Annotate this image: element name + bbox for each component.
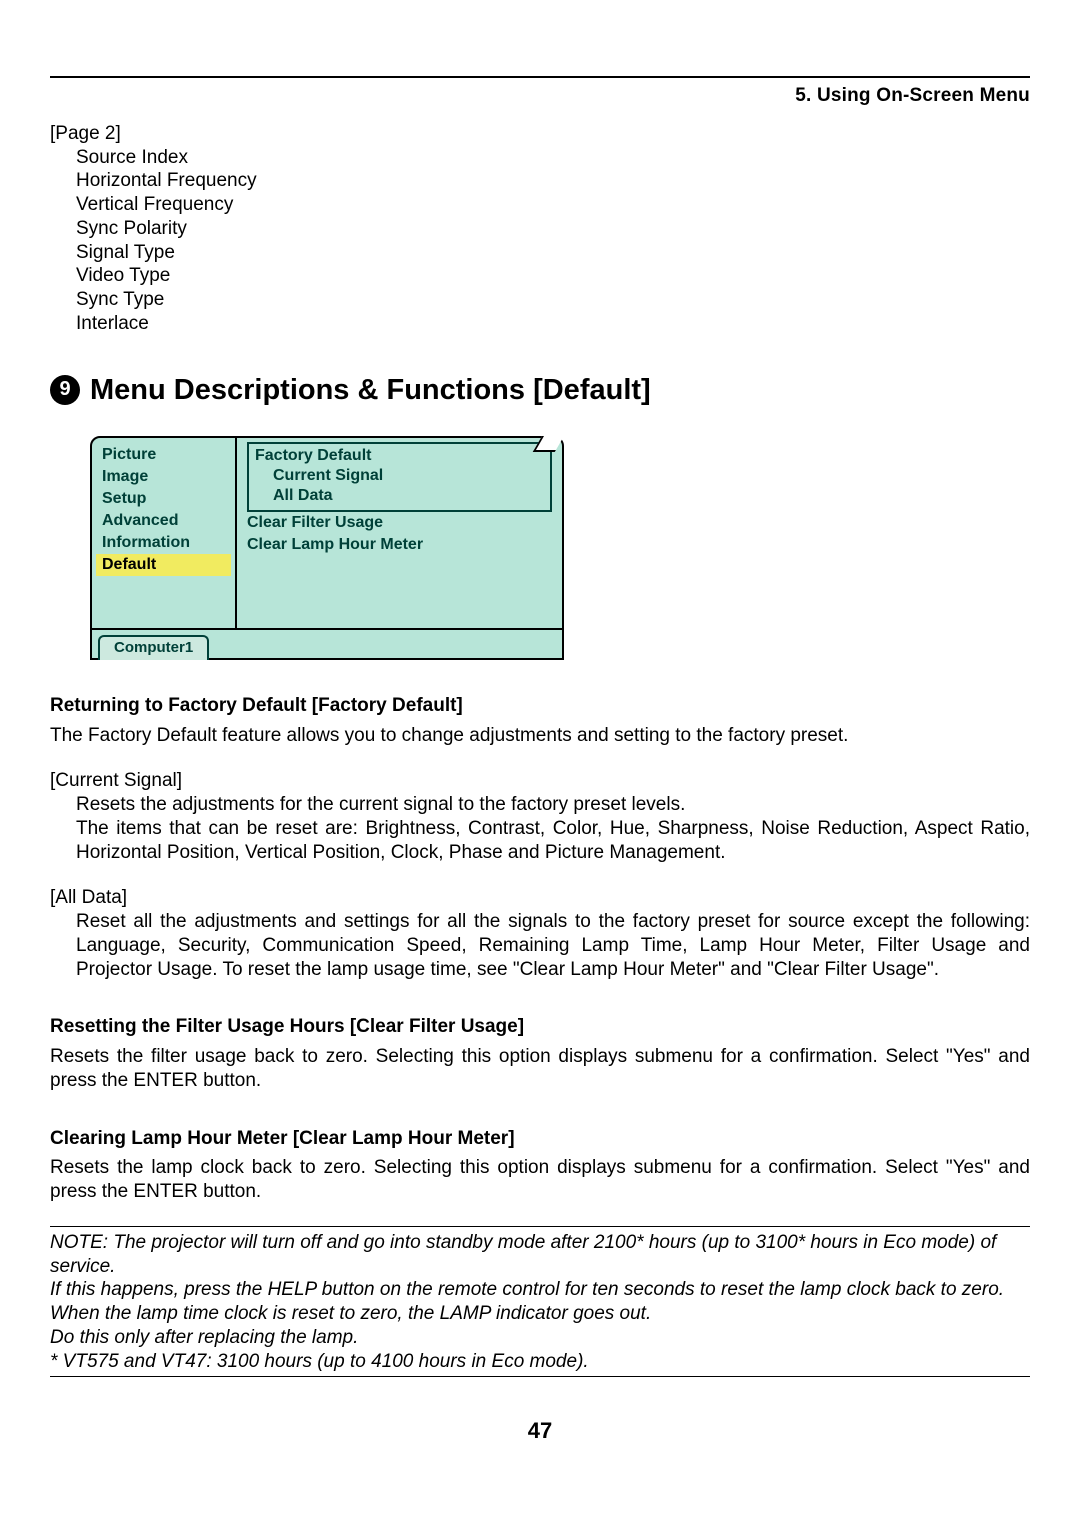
manual-page: 5. Using On-Screen Menu [Page 2] Source … [0, 0, 1080, 1526]
osd-nav: Picture Image Setup Advanced Information… [92, 438, 237, 628]
term-current-signal: [Current Signal] [50, 769, 1030, 793]
page2-list: [Page 2] Source Index Horizontal Frequen… [50, 122, 1030, 336]
heading-clear-lamp: Clearing Lamp Hour Meter [Clear Lamp Hou… [50, 1127, 1030, 1151]
note-line: When the lamp time clock is reset to zer… [50, 1302, 1030, 1326]
list-item: Source Index [76, 146, 1030, 170]
factory-default-head[interactable]: Factory Default [255, 446, 544, 466]
page-number: 47 [0, 1417, 1080, 1445]
note-line: If this happens, press the HELP button o… [50, 1278, 1030, 1302]
list-item: Interlace [76, 312, 1030, 336]
term-all-data: [All Data] [50, 886, 1030, 910]
section-title-text: Menu Descriptions & Functions [Default] [90, 372, 651, 408]
clear-lamp-hour-item[interactable]: Clear Lamp Hour Meter [247, 534, 552, 556]
list-item: Video Type [76, 264, 1030, 288]
chapter-heading: 5. Using On-Screen Menu [50, 84, 1030, 108]
all-data-item[interactable]: All Data [273, 486, 544, 506]
list-item: Sync Type [76, 288, 1030, 312]
osd-tabbar: Computer1 [92, 628, 562, 658]
nav-setup[interactable]: Setup [96, 488, 231, 510]
osd-menu: Picture Image Setup Advanced Information… [90, 436, 564, 660]
factory-default-group: Factory Default Current Signal All Data [247, 442, 552, 512]
note-line: * VT575 and VT47: 3100 hours (up to 4100… [50, 1350, 1030, 1374]
definition-text: The items that can be reset are: Brightn… [76, 817, 1030, 865]
list-item: Signal Type [76, 241, 1030, 265]
clear-filter-usage-item[interactable]: Clear Filter Usage [247, 512, 552, 534]
list-item: Sync Polarity [76, 217, 1030, 241]
definition-text: Reset all the adjustments and settings f… [76, 910, 1030, 981]
nav-image[interactable]: Image [96, 466, 231, 488]
section-title: 9 Menu Descriptions & Functions [Default… [50, 372, 1030, 408]
nav-picture[interactable]: Picture [96, 444, 231, 466]
current-signal-item[interactable]: Current Signal [273, 466, 544, 486]
source-tab[interactable]: Computer1 [98, 635, 209, 660]
osd-panel: Factory Default Current Signal All Data … [237, 438, 562, 628]
page2-header: [Page 2] [50, 122, 1030, 146]
section-number-icon: 9 [50, 375, 80, 405]
paragraph: Resets the filter usage back to zero. Se… [50, 1045, 1030, 1093]
list-item: Vertical Frequency [76, 193, 1030, 217]
note-line: Do this only after replacing the lamp. [50, 1326, 1030, 1350]
note-line: NOTE: The projector will turn off and go… [50, 1231, 1030, 1279]
nav-advanced[interactable]: Advanced [96, 510, 231, 532]
paragraph: The Factory Default feature allows you t… [50, 724, 1030, 748]
top-rule [50, 76, 1030, 78]
paragraph: Resets the lamp clock back to zero. Sele… [50, 1156, 1030, 1204]
nav-information[interactable]: Information [96, 532, 231, 554]
definition-text: Resets the adjustments for the current s… [76, 793, 1030, 817]
nav-default[interactable]: Default [96, 554, 231, 576]
heading-factory-default: Returning to Factory Default [Factory De… [50, 694, 1030, 718]
heading-clear-filter: Resetting the Filter Usage Hours [Clear … [50, 1015, 1030, 1039]
list-item: Horizontal Frequency [76, 169, 1030, 193]
note-block: NOTE: The projector will turn off and go… [50, 1226, 1030, 1378]
